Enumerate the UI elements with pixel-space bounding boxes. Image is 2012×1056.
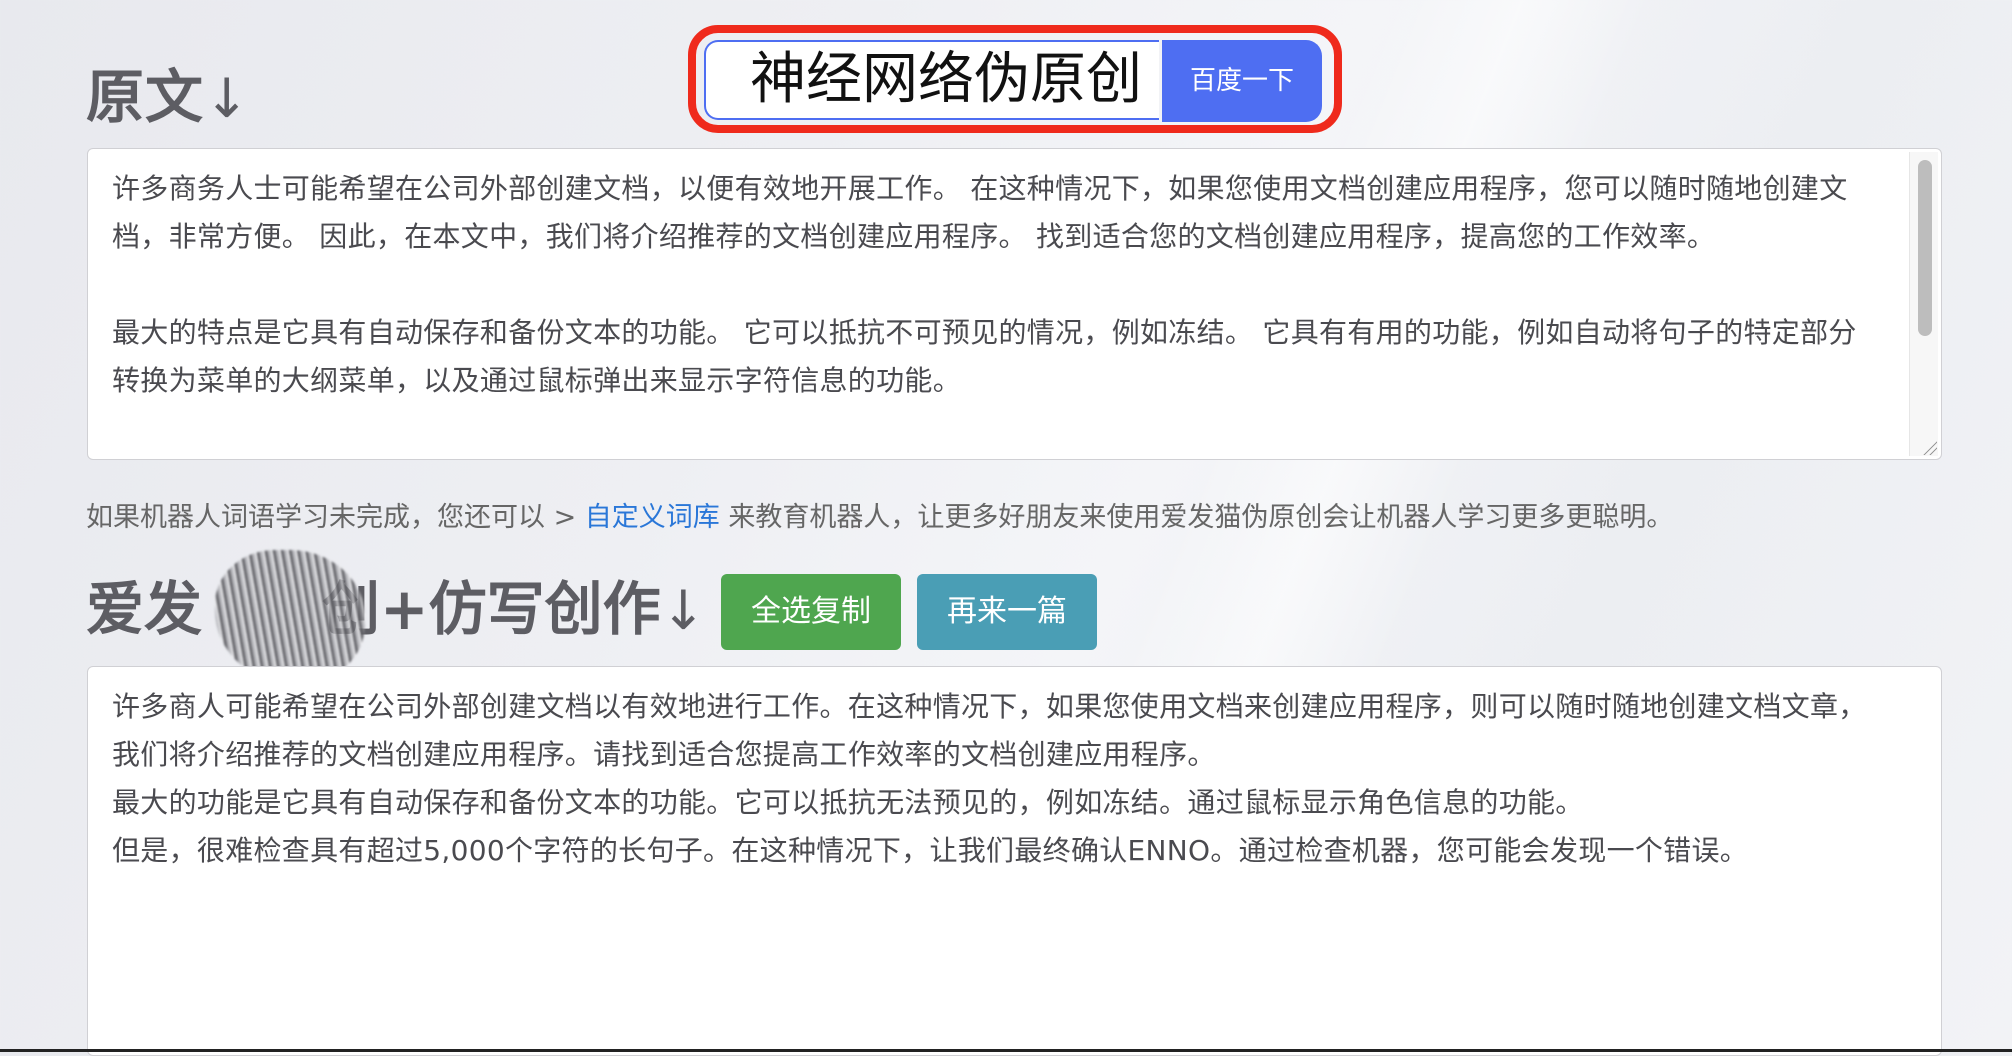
result-line: 最大的功能是它具有自动保存和备份文本的功能。它可以抵抗无法预见的，例如冻结。通过… xyxy=(112,786,1584,819)
notice-prefix: 如果机器人词语学习未完成，您还可以 > xyxy=(86,502,585,533)
redaction-scribble xyxy=(215,550,365,685)
scrollbar[interactable] xyxy=(1909,152,1938,456)
original-text-area[interactable]: 许多商务人士可能希望在公司外部创建文档，以便有效地开展工作。 在这种情况下，如果… xyxy=(87,148,1942,460)
notice-text: 如果机器人词语学习未完成，您还可以 > 自定义词库 来教育机器人，让更多好朋友来… xyxy=(86,496,1673,540)
result-heading: 爱发 创+仿写创作↓ xyxy=(86,574,706,646)
down-arrow-icon: ↓ xyxy=(660,579,706,642)
down-arrow-icon: ↓ xyxy=(204,67,251,130)
result-line: 但是，很难检查具有超过5,000个字符的长句子。在这种情况下，让我们最终确认EN… xyxy=(112,834,1749,867)
original-paragraph: 最大的特点是它具有自动保存和备份文本的功能。 它可以抵抗不可预见的情况，例如冻结… xyxy=(112,316,1857,397)
result-heading-start: 爱发 xyxy=(86,575,203,643)
scrollbar-thumb[interactable] xyxy=(1918,160,1932,336)
result-text-area[interactable]: 许多商人可能希望在公司外部创建文档以有效地进行工作。在这种情况下，如果您使用文档… xyxy=(87,666,1942,1056)
search-input[interactable]: 神经网络伪原创 xyxy=(704,40,1159,120)
custom-dictionary-link[interactable]: 自定义词库 xyxy=(585,502,720,533)
original-heading: 原文↓ xyxy=(86,62,250,134)
notice-suffix: 来教育机器人，让更多好朋友来使用爱发猫伪原创会让机器人学习更多更聪明。 xyxy=(719,502,1674,533)
generate-again-button[interactable]: 再来一篇 xyxy=(917,574,1097,650)
result-heading-end: 创+仿写创作 xyxy=(322,575,661,643)
original-heading-text: 原文 xyxy=(86,63,205,131)
result-line: 许多商人可能希望在公司外部创建文档以有效地进行工作。在这种情况下，如果您使用文档… xyxy=(112,690,1867,771)
resize-handle-icon[interactable] xyxy=(1923,441,1937,455)
search-button[interactable]: 百度一下 xyxy=(1162,40,1322,122)
original-paragraph: 许多商务人士可能希望在公司外部创建文档，以便有效地开展工作。 在这种情况下，如果… xyxy=(112,172,1848,253)
select-all-copy-button[interactable]: 全选复制 xyxy=(721,574,901,650)
